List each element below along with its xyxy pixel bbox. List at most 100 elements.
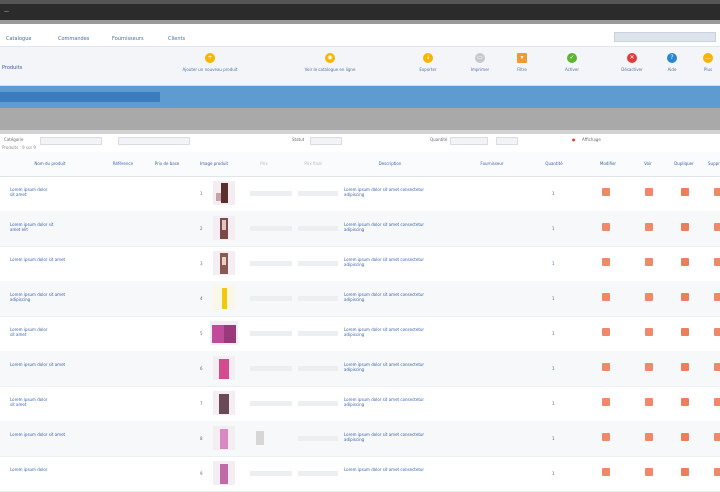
subnav-active-tab[interactable] <box>0 92 160 102</box>
edit-icon[interactable] <box>602 328 610 336</box>
search-input[interactable] <box>614 32 716 42</box>
table-row[interactable]: Lorem ipsum dolor 9 Lorem ipsum dolor si… <box>0 456 720 492</box>
edit-icon[interactable] <box>602 363 610 371</box>
product-description: Lorem ipsum dolor sit amet consectetur a… <box>344 222 425 232</box>
duplicate-icon[interactable] <box>681 223 689 231</box>
enable-icon: ✓ <box>567 53 577 63</box>
view-icon[interactable] <box>645 328 653 336</box>
duplicate-icon[interactable] <box>681 293 689 301</box>
table-row[interactable]: Lorem ipsum dolor sit amet adipiscing 4 L… <box>0 281 720 317</box>
product-name-link[interactable]: Lorem ipsum dolor sit amet <box>10 257 102 262</box>
col-header-base-price[interactable]: Prix de base <box>150 161 184 166</box>
view-icon[interactable] <box>645 223 653 231</box>
edit-icon[interactable] <box>602 258 610 266</box>
view-icon[interactable] <box>645 363 653 371</box>
edit-icon[interactable] <box>602 223 610 231</box>
view-icon[interactable] <box>645 258 653 266</box>
col-header-view[interactable]: Voir <box>638 161 658 166</box>
delete-icon[interactable] <box>714 293 720 301</box>
table-row[interactable]: Lorem ipsum dolor sit amet 7 Lorem ipsum … <box>0 386 720 422</box>
delete-icon[interactable] <box>714 223 720 231</box>
more-button[interactable]: … Plus <box>696 53 720 83</box>
status-filter-select[interactable] <box>118 137 190 145</box>
product-thumbnail[interactable] <box>213 356 235 380</box>
more-icon: … <box>703 53 713 63</box>
duplicate-icon[interactable] <box>681 398 689 406</box>
quantity-value: 1 <box>552 471 555 476</box>
menu-item-suppliers[interactable]: Fournisseurs <box>112 36 144 42</box>
category-filter-select[interactable] <box>40 137 102 145</box>
table-row[interactable]: Lorem ipsum dolor sit amet 5 Lorem ipsum … <box>0 316 720 352</box>
product-name-link[interactable]: Lorem ipsum dolor sit amet adipiscing <box>10 292 102 302</box>
view-catalogue-button[interactable]: ◉ Voir le catalogue en ligne <box>298 53 362 83</box>
product-name-link[interactable]: Lorem ipsum dolor sit amet <box>10 187 102 197</box>
col-header-final-price[interactable]: Prix final <box>302 161 324 166</box>
duplicate-icon[interactable] <box>681 328 689 336</box>
duplicate-icon[interactable] <box>681 433 689 441</box>
product-name-link[interactable]: Lorem ipsum dolor sit amet <box>10 397 102 407</box>
product-name-link[interactable]: Lorem ipsum dolor sit amet <box>10 327 102 337</box>
edit-icon[interactable] <box>602 468 610 476</box>
delete-icon[interactable] <box>714 433 720 441</box>
status-filter-input[interactable] <box>310 137 342 145</box>
reset-icon[interactable]: ● <box>572 137 576 142</box>
product-thumbnail[interactable] <box>213 181 235 205</box>
col-header-supplier[interactable]: Fournisseur <box>466 161 518 166</box>
product-thumbnail[interactable] <box>213 251 235 275</box>
action-toolbar: Produits + Ajouter un nouveau produit ◉ … <box>0 47 720 86</box>
col-header-delete[interactable]: Supprimer <box>708 161 720 166</box>
table-row[interactable]: Lorem ipsum dolor sit amet 8 Lorem ipsum… <box>0 421 720 457</box>
table-row[interactable]: Lorem ipsum dolor sit amet 3 Lorem ipsum… <box>0 246 720 282</box>
window-titlebar: — <box>0 0 720 20</box>
product-thumbnail[interactable] <box>213 461 235 485</box>
delete-icon[interactable] <box>714 363 720 371</box>
table-row[interactable]: Lorem ipsum dolor sit amet 6 Lorem ipsum… <box>0 351 720 387</box>
edit-icon[interactable] <box>602 188 610 196</box>
delete-icon[interactable] <box>714 258 720 266</box>
product-thumbnail[interactable] <box>213 216 235 240</box>
view-icon[interactable] <box>645 468 653 476</box>
table-row[interactable]: Lorem ipsum dolor sit amet 1 Lorem ipsum … <box>0 176 720 212</box>
col-header-reference[interactable]: Référence <box>108 161 138 166</box>
help-button[interactable]: ? Aide <box>652 53 692 83</box>
edit-icon[interactable] <box>602 398 610 406</box>
quantity-filter-input[interactable] <box>450 137 488 145</box>
duplicate-icon[interactable] <box>681 188 689 196</box>
menu-item-catalogue[interactable]: Catalogue <box>6 36 31 42</box>
enable-button[interactable]: ✓ Activer <box>540 53 604 83</box>
view-icon[interactable] <box>645 293 653 301</box>
delete-icon[interactable] <box>714 188 720 196</box>
view-icon[interactable] <box>645 188 653 196</box>
col-header-duplicate[interactable]: Dupliquer <box>664 161 704 166</box>
product-thumbnail[interactable] <box>213 391 235 415</box>
product-thumbnail[interactable] <box>210 321 238 345</box>
view-icon[interactable] <box>645 433 653 441</box>
col-header-quantity[interactable]: Quantité <box>534 161 574 166</box>
menu-item-customers[interactable]: Clients <box>168 36 185 42</box>
delete-icon[interactable] <box>714 468 720 476</box>
duplicate-icon[interactable] <box>681 363 689 371</box>
edit-icon[interactable] <box>602 433 610 441</box>
menu-item-orders[interactable]: Commandes <box>58 36 89 42</box>
print-icon: ▭ <box>475 53 485 63</box>
col-header-edit[interactable]: Modifier <box>586 161 630 166</box>
product-name-link[interactable]: Lorem ipsum dolor sit amet <box>10 432 102 437</box>
add-product-button[interactable]: + Ajouter un nouveau produit <box>178 53 242 83</box>
product-name-link[interactable]: Lorem ipsum dolor sit amet elit <box>10 222 102 232</box>
table-row[interactable]: Lorem ipsum dolor sit amet elit 2 Lorem i… <box>0 211 720 247</box>
col-header-image[interactable]: Image produit <box>194 161 234 166</box>
duplicate-icon[interactable] <box>681 258 689 266</box>
delete-icon[interactable] <box>714 328 720 336</box>
col-header-name[interactable]: Nom du produit <box>30 161 70 166</box>
product-name-link[interactable]: Lorem ipsum dolor <box>10 467 102 472</box>
duplicate-icon[interactable] <box>681 468 689 476</box>
pagination-select[interactable] <box>496 137 518 145</box>
col-header-price[interactable]: Prix <box>254 161 274 166</box>
view-icon[interactable] <box>645 398 653 406</box>
product-thumbnail[interactable] <box>213 286 235 310</box>
col-header-description[interactable]: Description <box>370 161 410 166</box>
product-name-link[interactable]: Lorem ipsum dolor sit amet <box>10 362 102 367</box>
edit-icon[interactable] <box>602 293 610 301</box>
delete-icon[interactable] <box>714 398 720 406</box>
product-thumbnail[interactable] <box>213 426 235 450</box>
